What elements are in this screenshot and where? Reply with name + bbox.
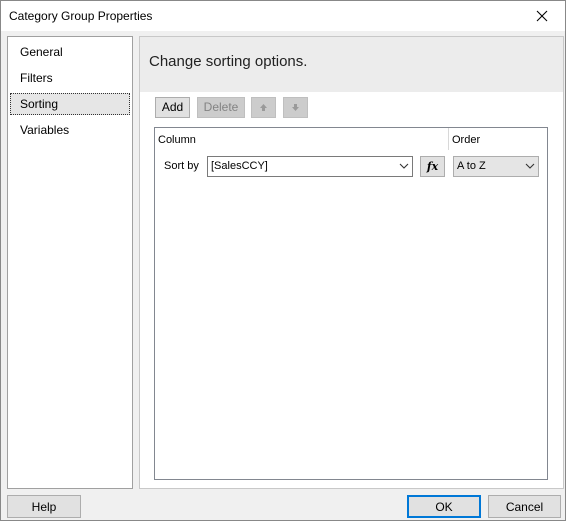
nav-item-general[interactable]: General bbox=[10, 41, 130, 63]
close-icon bbox=[536, 10, 548, 22]
sort-column-select[interactable]: [SalesCCY] bbox=[207, 156, 413, 177]
title-bar: Category Group Properties bbox=[1, 1, 565, 31]
sort-order-select[interactable]: A to Z bbox=[453, 156, 539, 177]
page-title: Change sorting options. bbox=[149, 53, 308, 70]
ok-button[interactable]: OK bbox=[407, 495, 481, 518]
column-separator bbox=[448, 128, 449, 150]
sort-grid: Column Order Sort by [SalesCCY] fx A to … bbox=[154, 127, 548, 480]
move-down-button[interactable] bbox=[283, 97, 308, 118]
nav-item-sorting[interactable]: Sorting bbox=[10, 93, 130, 115]
chevron-down-icon bbox=[399, 163, 409, 169]
navigation-pane: General Filters Sorting Variables bbox=[7, 36, 133, 489]
close-button[interactable] bbox=[519, 1, 565, 31]
move-up-button[interactable] bbox=[251, 97, 276, 118]
arrow-down-icon bbox=[292, 104, 299, 111]
sort-column-value: [SalesCCY] bbox=[211, 160, 268, 172]
content-header: Change sorting options. bbox=[140, 37, 563, 92]
delete-button[interactable]: Delete bbox=[197, 97, 245, 118]
nav-item-filters[interactable]: Filters bbox=[10, 67, 130, 89]
order-header: Order bbox=[452, 134, 481, 146]
expression-button[interactable]: fx bbox=[420, 156, 445, 177]
fx-icon: fx bbox=[426, 160, 439, 173]
arrow-up-icon bbox=[260, 104, 267, 111]
add-button[interactable]: Add bbox=[155, 97, 190, 118]
help-button[interactable]: Help bbox=[7, 495, 81, 518]
column-header: Column bbox=[158, 134, 196, 146]
nav-item-variables[interactable]: Variables bbox=[10, 119, 130, 141]
cancel-button[interactable]: Cancel bbox=[488, 495, 561, 518]
chevron-down-icon bbox=[525, 163, 535, 169]
window-title: Category Group Properties bbox=[9, 9, 153, 23]
sort-order-value: A to Z bbox=[457, 160, 486, 172]
sort-by-label: Sort by bbox=[164, 160, 199, 172]
